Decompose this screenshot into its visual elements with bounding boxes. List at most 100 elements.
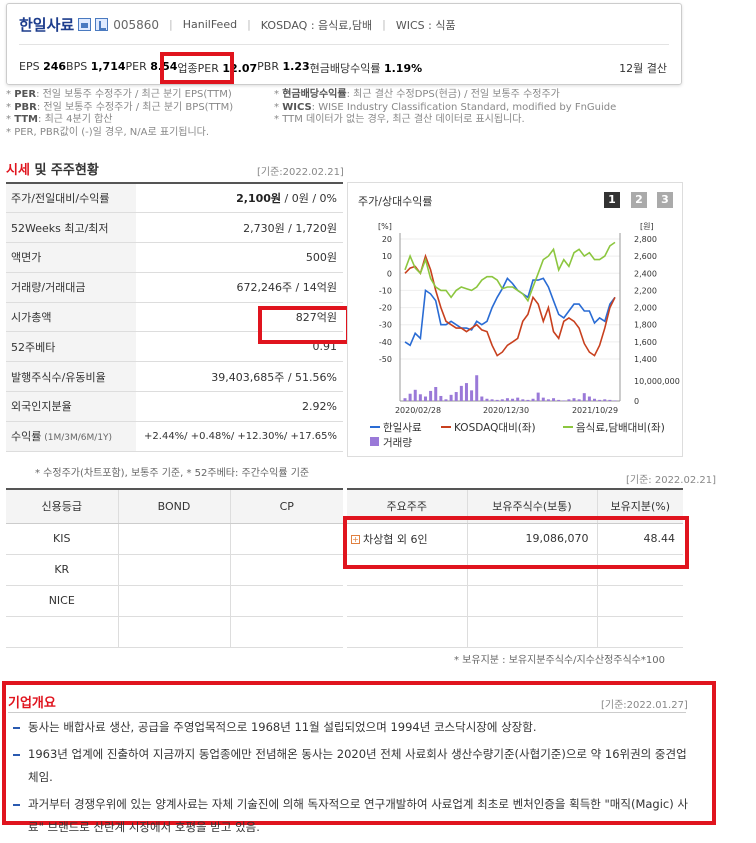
volume-bar [408, 393, 412, 401]
volume-bar [577, 399, 581, 401]
volume-bar [485, 398, 489, 401]
right-axis-unit: [원] [640, 222, 654, 231]
volume-bar [562, 400, 566, 401]
volume-bar [429, 390, 433, 401]
volume-bar [598, 399, 602, 401]
legend-label: 음식료,담배대비(좌) [576, 422, 665, 434]
shareholders-date: [기준: 2022.02.21] [626, 475, 717, 486]
table-row: 주가/전일대비/수익률 2,100원 / 0원 / 0% [6, 183, 343, 214]
wics-info: WICS : 식품 [395, 18, 456, 32]
shareholders-footnote: * 보유지분 : 보유지분주식수/지수산정주식수*100 [454, 655, 665, 666]
table-row: 외국인지분율 2.92% [6, 391, 343, 422]
volume-bar [475, 375, 479, 401]
volume-bar [480, 396, 484, 401]
x-tick-label: 2021/10/29 [572, 406, 618, 415]
table-row: KR [6, 554, 343, 586]
list-item: 동사는 배합사료 생산, 공급을 주영업목적으로 1968년 11월 설립되었으… [10, 716, 690, 739]
header-divider [19, 44, 669, 45]
volume-bar [459, 385, 463, 401]
left-tick-label: 0 [387, 269, 392, 278]
volume-bar [541, 397, 545, 401]
right-tick-label: 1,600 [634, 338, 657, 347]
overview-date: [기준:2022.01.27] [601, 700, 688, 711]
left-axis-unit: [%] [378, 222, 392, 231]
table-row: 거래량/거래대금 672,246주 / 14억원 [6, 272, 343, 303]
overview-list: 동사는 배합사료 생산, 공급을 주영업목적으로 1968년 11월 설립되었으… [10, 716, 690, 843]
volume-bar [413, 389, 417, 401]
table-row [347, 585, 683, 617]
volume-bar [557, 399, 561, 401]
right-tick-label: 2,400 [634, 269, 657, 278]
table-row [347, 616, 683, 648]
volume-bar [505, 398, 509, 401]
volume-bar [567, 399, 571, 401]
market-info: KOSDAQ : 음식료,담배 [260, 18, 373, 32]
volume-bar [603, 399, 607, 401]
table-row: 액면가 500원 [6, 242, 343, 273]
right-tick-label: 2,000 [634, 304, 657, 313]
volume-bar [403, 398, 407, 401]
volume-bar [531, 398, 535, 401]
volume-bar [593, 398, 597, 401]
volume-bar [423, 396, 427, 401]
metric-bps: BPS 1,714 [66, 60, 126, 73]
price-section-date: [기준:2022.02.21] [257, 167, 344, 178]
volume-bar [526, 399, 530, 401]
volume-bar [608, 399, 612, 401]
chart-panel: 주가/상대수익률 1 2 3 [%] [원] 20 2,800 10 2,600 0 2,40… [347, 182, 683, 457]
x-tick-label: 2020/02/28 [395, 406, 441, 415]
chart-icon[interactable] [95, 18, 109, 31]
table-row: 52Weeks 최고/최저 2,730원 / 1,720원 [6, 212, 343, 244]
table-row: KIS [6, 523, 343, 555]
credit-rating-table: 신용등급 BOND CP KIS KR NICE [6, 488, 343, 648]
left-tick-label: -10 [379, 286, 392, 295]
volume-bar [552, 398, 556, 401]
settlement-month: 12월 결산 [619, 62, 667, 75]
volume-bar [470, 390, 474, 401]
volume-tick-label: 10,000,000 [634, 377, 680, 386]
home-icon[interactable] [78, 18, 92, 31]
volume-bar [444, 399, 448, 401]
relative-return-chart: [%] [원] 20 2,800 10 2,600 0 2,400 -10 2,200 -20 2,0… [370, 222, 680, 449]
volume-bar [490, 399, 494, 401]
volume-bar [449, 394, 453, 401]
price-footnote: * 수정주가(차트포함), 보통주 기준, * 52주베타: 주간수익률 기준 [35, 468, 310, 479]
divider: | [382, 18, 386, 31]
highlight-market-cap [258, 306, 350, 344]
volume-bar [572, 398, 576, 401]
table-row [6, 616, 343, 648]
overview-title: 기업개요 [8, 696, 56, 711]
stock-code: 005860 [113, 17, 160, 32]
right-tick-label: 1,800 [634, 321, 657, 330]
legend-swatch [370, 437, 379, 446]
volume-tick-label: 0 [634, 397, 639, 406]
highlight-shareholder [343, 516, 689, 569]
price-section-title: 시세 및 주주현황 [6, 163, 99, 178]
metric-pbr: PBR 1.23 [257, 60, 310, 73]
volume-bar [582, 393, 586, 401]
overview-divider [8, 712, 686, 713]
volume-bar [495, 399, 499, 401]
right-tick-label: 1,400 [634, 355, 657, 364]
metric-eps: EPS 246 [19, 60, 67, 73]
table-header-row: 신용등급 BOND CP [6, 489, 343, 524]
table-row: 발행주식수/유동비율 39,403,685주 / 51.56% [6, 361, 343, 393]
divider: | [169, 18, 173, 31]
table-row: 수익률 (1M/3M/6M/1Y) +2.44%/ +0.48%/ +12.30%… [6, 421, 343, 452]
table-row: NICE [6, 585, 343, 617]
volume-bar [434, 387, 438, 401]
right-tick-label: 2,600 [634, 252, 657, 261]
title-row: 한일사료 005860 | HanilFeed | KOSDAQ : 음식료,담… [19, 14, 456, 35]
left-tick-label: -30 [379, 321, 392, 330]
volume-bar [511, 398, 515, 401]
volume-bar [546, 399, 550, 401]
x-tick-label: 2020/12/30 [483, 406, 529, 415]
volume-bar [500, 399, 504, 401]
legend-label: 한일사료 [383, 421, 422, 434]
notes-left: * PER: 전일 보통주 수정주가 / 최근 분기 EPS(TTM) * PB… [6, 89, 234, 138]
volume-bar [516, 397, 520, 401]
volume-bar [521, 399, 525, 401]
volume-bar [613, 400, 617, 401]
list-item: 1963년 업계에 진출하여 지금까지 동업종에만 전념해온 동사는 2020년… [10, 743, 690, 789]
right-tick-label: 2,800 [634, 235, 657, 244]
